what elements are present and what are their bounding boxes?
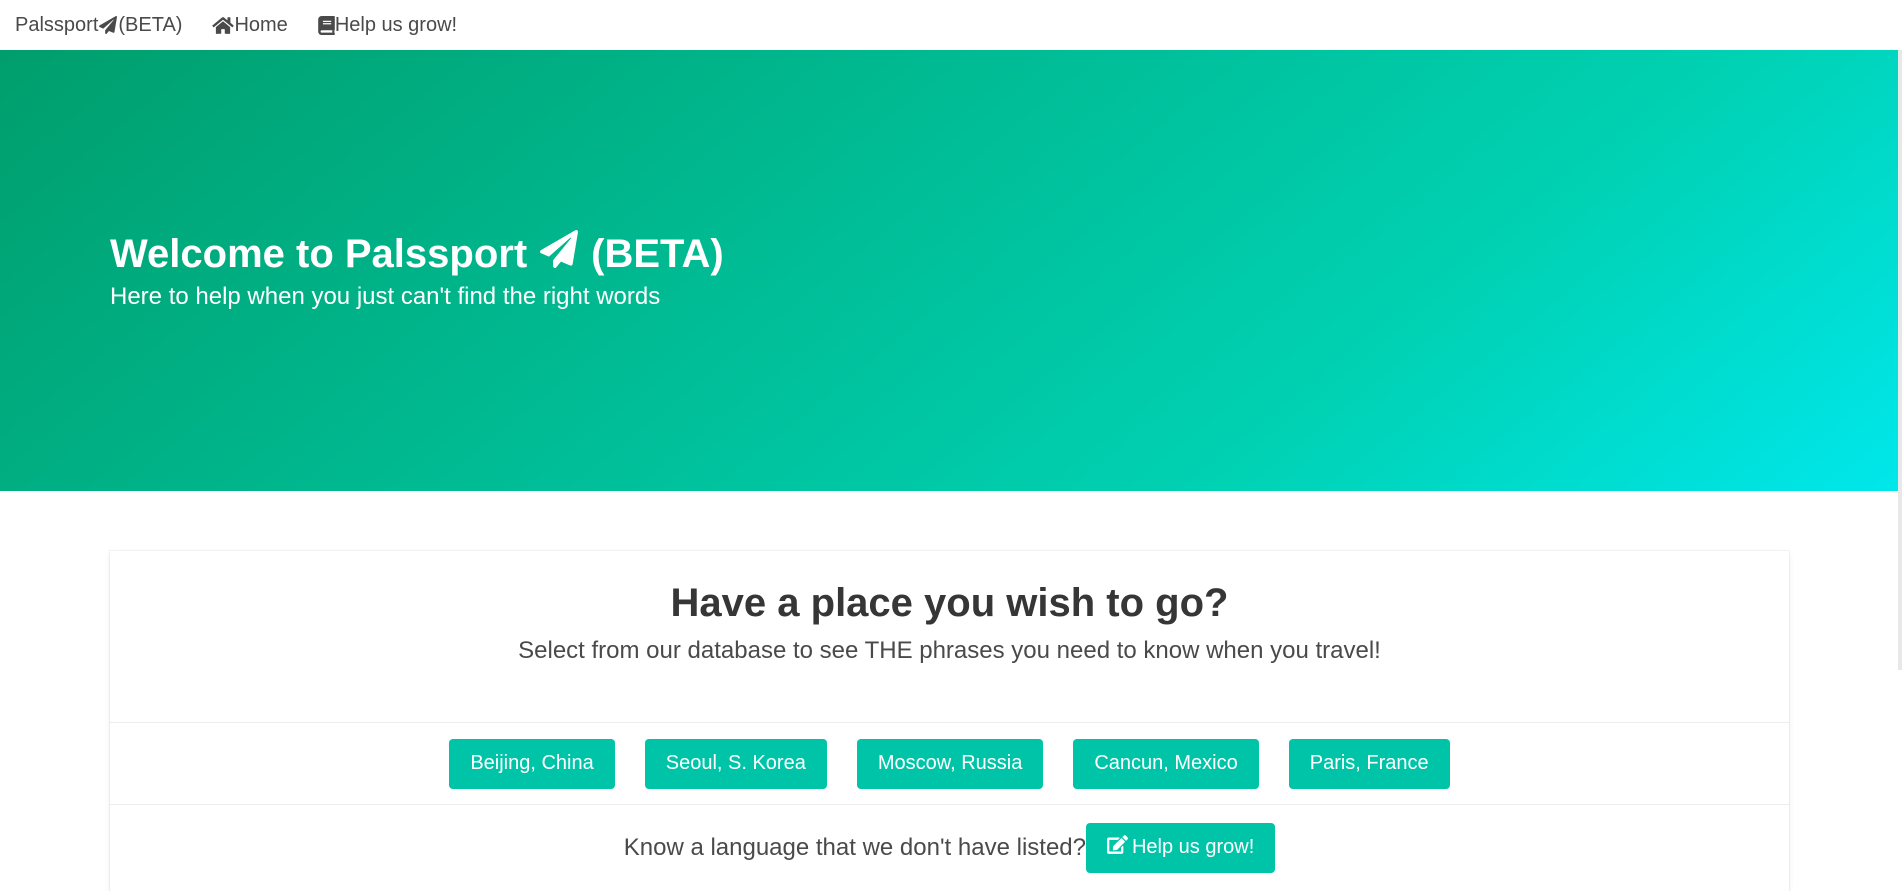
edit-icon (1106, 835, 1128, 860)
nav-help[interactable]: Help us grow! (318, 5, 457, 45)
hero-banner: Welcome to Palssport (BETA) Here to help… (0, 50, 1898, 491)
page-scrollbar[interactable] (1898, 50, 1902, 670)
hero-title-beta: (BETA) (591, 231, 724, 276)
paper-plane-icon (539, 229, 579, 277)
city-button-seoul[interactable]: Seoul, S. Korea (644, 738, 827, 789)
home-icon (212, 16, 235, 35)
help-prompt: Know a language that we don't have liste… (623, 833, 1086, 861)
city-buttons: Beijing, China Seoul, S. Korea Moscow, R… (110, 723, 1789, 804)
paper-plane-icon (98, 16, 118, 34)
nav-help-label: Help us grow! (334, 13, 458, 36)
city-button-beijing[interactable]: Beijing, China (449, 738, 615, 789)
book-icon (318, 15, 335, 35)
brand-beta: (BETA) (118, 13, 183, 36)
brand-name: Palssport (15, 13, 99, 36)
city-button-paris[interactable]: Paris, France (1288, 738, 1450, 789)
destination-card: Have a place you wish to go? Select from… (110, 551, 1789, 891)
card-subtitle: Select from our database to see THE phra… (518, 637, 1381, 664)
city-button-moscow[interactable]: Moscow, Russia (856, 738, 1044, 789)
hero-subtitle: Here to help when you just can't find th… (110, 283, 661, 310)
city-button-cancun[interactable]: Cancun, Mexico (1073, 738, 1259, 789)
nav-home-label: Home (234, 13, 288, 36)
hero-title-text: Welcome to Palssport (110, 231, 528, 276)
card-header: Have a place you wish to go? Select from… (110, 551, 1789, 722)
help-us-grow-label: Help us grow! (1131, 836, 1255, 858)
navbar: Palssport (BETA) Home Help us grow! (0, 0, 1902, 50)
hero-body: Welcome to Palssport (BETA) Here to help… (110, 229, 724, 311)
brand-link[interactable]: Palssport (BETA) (15, 5, 182, 45)
hero-title: Welcome to Palssport (BETA) (110, 229, 724, 277)
nav-home[interactable]: Home (212, 5, 288, 45)
help-row: Know a language that we don't have liste… (110, 805, 1789, 890)
card-title: Have a place you wish to go? (670, 581, 1229, 625)
help-us-grow-button[interactable]: Help us grow! (1085, 822, 1276, 873)
